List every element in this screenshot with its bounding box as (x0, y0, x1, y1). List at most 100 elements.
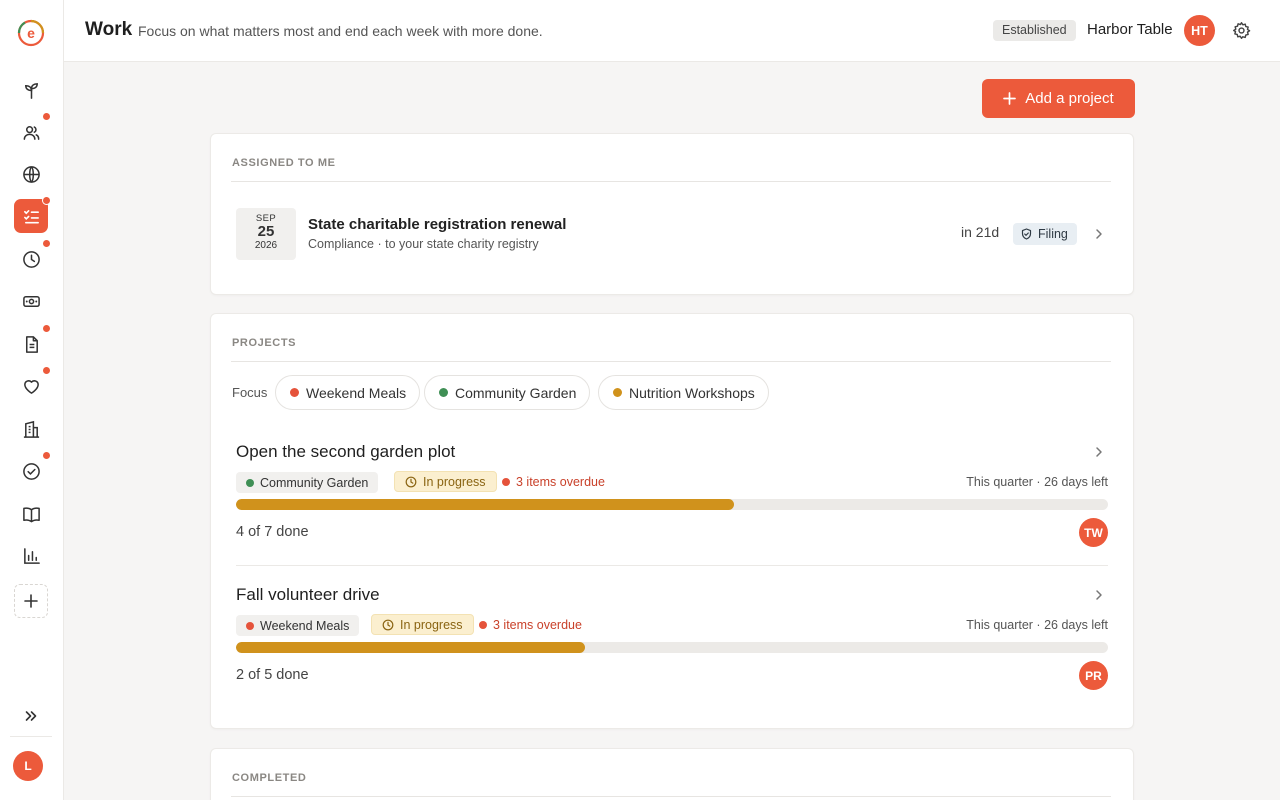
filing-badge: Filing (1013, 223, 1077, 245)
app-logo-icon[interactable]: e (17, 19, 45, 47)
notification-dot (42, 451, 51, 460)
chevron-right-icon[interactable] (1093, 446, 1105, 458)
project-area-label: Weekend Meals (260, 618, 350, 633)
overdue-indicator[interactable]: 3 items overdue (479, 618, 582, 632)
project-timeframe: This quarter · 26 days left (966, 475, 1108, 489)
people-icon (23, 125, 39, 140)
org-name[interactable]: Harbor Table (1087, 21, 1173, 38)
project-area-tag: Weekend Meals (236, 615, 360, 636)
building-icon (23, 420, 39, 438)
projects-card: PROJECTS Focus Weekend Meals Community G… (210, 313, 1134, 729)
add-project-button[interactable]: Add a project (982, 79, 1135, 118)
status-badge: In progress (371, 614, 474, 635)
sidebar-divider (10, 736, 52, 737)
svg-text:e: e (27, 25, 35, 41)
sidebar-item-sprout[interactable] (14, 73, 48, 107)
sidebar-item-documents[interactable] (14, 324, 51, 361)
due-date-box: SEP 25 2026 (236, 208, 296, 260)
area-dot (290, 388, 299, 397)
task-title[interactable]: State charitable registration renewal (308, 216, 566, 233)
status-badge: In progress (394, 471, 497, 492)
sprout-icon (24, 82, 38, 99)
status-label: In progress (423, 474, 486, 489)
sidebar-item-globe[interactable] (14, 157, 48, 191)
org-avatar[interactable]: HT (1184, 15, 1215, 46)
page-title: Work (85, 19, 133, 40)
project-area-tag: Community Garden (236, 472, 379, 493)
clock-icon (382, 619, 394, 630)
focus-chip-label: Nutrition Workshops (629, 384, 755, 401)
book-icon (22, 506, 40, 522)
progress-fill (236, 499, 734, 510)
sidebar-item-people[interactable] (14, 112, 51, 149)
overdue-indicator[interactable]: 3 items overdue (502, 475, 605, 489)
chevron-right-icon[interactable] (1093, 589, 1105, 601)
sidebar-item-donors[interactable] (14, 366, 51, 403)
done-count: 4 of 7 done (236, 524, 309, 540)
project-title[interactable]: Fall volunteer drive (236, 585, 380, 605)
project-title[interactable]: Open the second garden plot (236, 442, 455, 462)
add-module-button[interactable] (14, 584, 48, 618)
chevron-right-icon[interactable] (1093, 228, 1105, 240)
page-header: Work Focus on what matters most and end … (64, 0, 1280, 62)
shield-icon (1021, 228, 1032, 240)
sidebar-item-reports[interactable] (14, 539, 48, 573)
cash-icon (22, 295, 40, 307)
focus-chip-community-garden[interactable]: Community Garden (424, 375, 591, 410)
project-area-label: Community Garden (260, 475, 369, 490)
sidebar-item-time[interactable] (14, 239, 51, 276)
completed-card: COMPLETED (210, 748, 1134, 800)
section-divider (231, 361, 1111, 362)
section-divider (231, 796, 1111, 797)
focus-chip-label: Weekend Meals (306, 384, 407, 401)
gear-icon[interactable] (1232, 21, 1251, 40)
tier-badge: Established (993, 20, 1076, 41)
section-label: PROJECTS (232, 337, 297, 349)
focus-chip-nutrition-workshops[interactable]: Nutrition Workshops (598, 375, 769, 410)
sidebar-item-work[interactable] (14, 196, 51, 233)
done-count: 2 of 5 done (236, 667, 309, 683)
notification-dot (42, 239, 51, 248)
area-dot (246, 621, 254, 630)
progress-bar (236, 642, 1108, 653)
sidebar: e L (0, 0, 64, 800)
section-label: COMPLETED (232, 772, 307, 784)
chevrons-right-icon (25, 711, 37, 721)
checklist-icon (23, 209, 39, 223)
due-day: 25 (257, 223, 275, 240)
notification-dot (42, 196, 51, 205)
owner-avatar[interactable]: PR (1079, 661, 1108, 690)
clock-icon (405, 476, 417, 487)
notification-dot (42, 112, 51, 121)
expand-sidebar-button[interactable] (21, 706, 41, 726)
project-timeframe: This quarter · 26 days left (966, 618, 1108, 632)
page-subtitle: Focus on what matters most and end each … (138, 23, 543, 39)
assigned-card: ASSIGNED TO ME SEP 25 2026 State charita… (210, 133, 1134, 295)
focus-chip-weekend-meals[interactable]: Weekend Meals (275, 375, 421, 410)
notification-dot (42, 324, 51, 333)
progress-fill (236, 642, 585, 653)
bar-chart-icon (23, 547, 40, 564)
focus-chip-label: Community Garden (455, 384, 577, 401)
task-subtitle: Compliance · to your state charity regis… (308, 237, 539, 251)
overdue-dot (502, 478, 510, 486)
owner-avatar[interactable]: TW (1079, 518, 1108, 547)
overdue-label: 3 items overdue (516, 475, 605, 489)
sidebar-item-organization[interactable] (14, 412, 48, 446)
status-label: In progress (400, 617, 463, 632)
overdue-label: 3 items overdue (493, 618, 582, 632)
plus-icon (1003, 92, 1017, 105)
user-avatar[interactable]: L (13, 751, 43, 781)
add-project-label: Add a project (1025, 90, 1114, 107)
due-countdown: in 21d (961, 224, 1000, 240)
due-year: 2026 (254, 240, 278, 251)
sidebar-item-approvals[interactable] (14, 451, 51, 488)
focus-label: Focus (232, 385, 268, 400)
document-icon (25, 335, 38, 353)
progress-bar (236, 499, 1108, 510)
check-circle-icon (22, 462, 40, 480)
area-dot (246, 478, 254, 487)
globe-icon (22, 165, 40, 183)
sidebar-item-finance[interactable] (14, 284, 48, 318)
sidebar-item-library[interactable] (14, 497, 48, 531)
